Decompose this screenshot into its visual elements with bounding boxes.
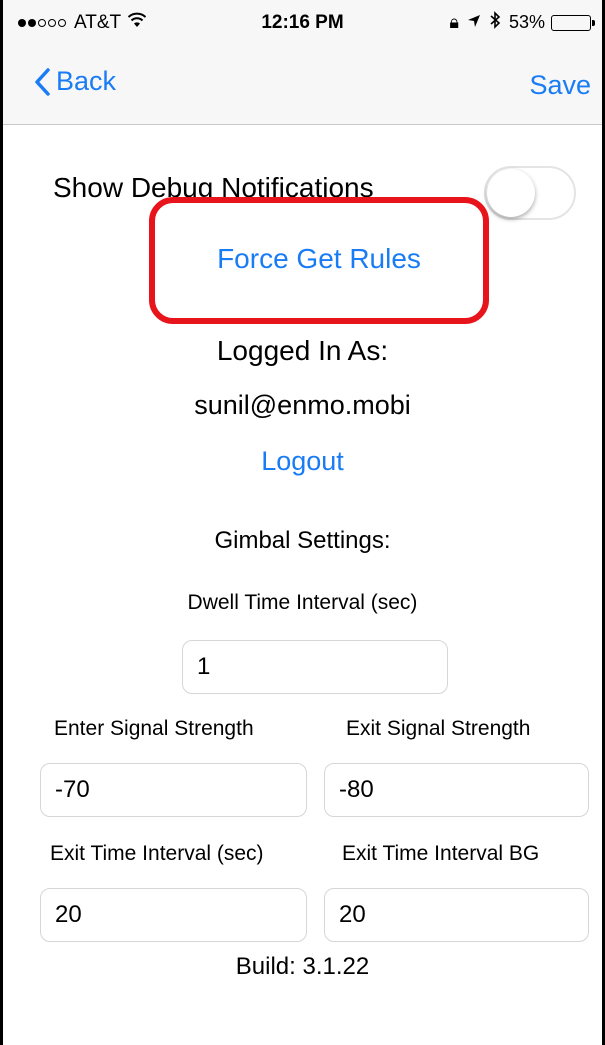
battery-icon	[551, 14, 595, 31]
exit-signal-field[interactable]: -80	[324, 763, 589, 817]
exit-time-bg-field[interactable]: 20	[324, 888, 589, 942]
exit-time-field[interactable]: 20	[40, 888, 307, 942]
back-button[interactable]: Back	[34, 66, 116, 97]
rotation-lock-icon: 🔒︎	[449, 12, 459, 32]
gimbal-settings-title: Gimbal Settings:	[214, 527, 391, 554]
exit-time-bg-label: Exit Time Interval BG	[342, 842, 540, 865]
enter-signal-label: Enter Signal Strength	[54, 717, 254, 740]
battery-percent: 53%	[508, 12, 545, 32]
save-button[interactable]: Save	[529, 70, 591, 101]
bluetooth-icon	[489, 11, 501, 34]
dwell-time-label: Dwell Time Interval (sec)	[187, 591, 418, 614]
toggle-knob	[487, 169, 535, 217]
status-right: 🔒︎ 53%	[441, 11, 595, 34]
logged-in-label: Logged In As:	[216, 335, 389, 366]
enter-signal-field[interactable]: -70	[40, 763, 307, 817]
chevron-left-icon	[35, 67, 50, 96]
back-label: Back	[56, 66, 117, 96]
logout-button[interactable]: Logout	[0, 446, 605, 477]
dwell-time-field[interactable]: 1	[182, 640, 448, 694]
status-bar: AT&T 12:16 PM 🔒︎ 53%	[0, 0, 605, 44]
navigation-bar: Back Save	[0, 44, 605, 125]
debug-notifications-toggle[interactable]	[484, 166, 576, 220]
user-email: sunil@enmo.mobi	[194, 390, 411, 420]
force-get-rules-button[interactable]: Force Get Rules	[149, 243, 489, 275]
build-version: Build: 3.1.22	[235, 953, 370, 980]
location-icon	[467, 12, 481, 33]
exit-signal-label: Exit Signal Strength	[346, 717, 531, 740]
exit-time-label: Exit Time Interval (sec)	[50, 842, 264, 865]
